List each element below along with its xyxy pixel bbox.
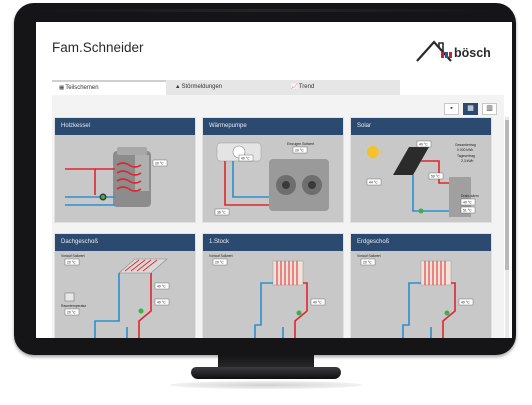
panel-title: Erdgeschoß <box>351 234 491 251</box>
vertical-scrollbar[interactable] <box>505 117 509 338</box>
monitor-frame: Fam.Schneider bösch ▦Teilschemen ▲Störme… <box>14 3 516 355</box>
brand-logo[interactable]: bösch <box>415 34 507 64</box>
daily-yield-label: Tagesertrag <box>457 154 475 158</box>
panel-waermepumpe[interactable]: Wärmepumpe Einzugen Sollwert 20 °C 40 °C… <box>203 118 343 222</box>
daily-yield-value: 2,3 kWh <box>461 159 474 163</box>
temperature-reading: 20 °C <box>155 162 164 166</box>
panel-solar[interactable]: Solar Gesamtertrag 0.000 kWh Tagesertrag… <box>351 118 491 222</box>
temperature-reading: 44 °C <box>369 181 378 185</box>
floor-circuit-diagram: Vorlauf Sollwert 20 °C 40 °C <box>209 254 326 338</box>
drain-label: Drain-wärm <box>461 194 479 198</box>
brand-logo-text: bösch <box>454 46 491 60</box>
tab-bar: ▦Teilschemen ▲Störmeldungen 📈Trend <box>52 80 400 95</box>
app-header: Fam.Schneider bösch <box>36 22 512 72</box>
scheme-1-stock: Vorlauf Sollwert 20 °C 40 °C <box>203 251 343 338</box>
boiler-diagram: 20 °C <box>65 147 168 207</box>
setpoint-label: Vorlauf Sollwert <box>61 254 85 258</box>
setpoint-label: Vorlauf Sollwert <box>357 254 381 258</box>
room-temperature-label: Raumtemperatur <box>61 304 87 308</box>
temperature-reading: 40 °C <box>241 157 250 161</box>
scrollbar-thumb[interactable] <box>505 120 509 270</box>
heat-pump-diagram: Einzugen Sollwert 20 °C 40 °C 36 °C <box>214 142 329 216</box>
scheme-dachgeschoss: Vorlauf Sollwert 20 °C Raumtemperatur 20… <box>55 251 195 338</box>
panel-dachgeschoss[interactable]: Dachgeschoß Vorlauf Sollwert 20 °C Raumt… <box>55 234 195 338</box>
temperature-reading: 20 °C <box>363 261 372 265</box>
temperature-reading: 20 °C <box>215 261 224 265</box>
panel-title: Holzkessel <box>55 118 195 135</box>
temperature-reading: 40 °C <box>313 301 322 305</box>
page-title: Fam.Schneider <box>52 40 144 55</box>
warning-icon: ▲ <box>175 84 181 90</box>
panel-title: Solar <box>351 118 491 135</box>
floor-circuit-diagram: Vorlauf Sollwert 20 °C 40 °C <box>357 254 474 338</box>
temperature-reading: 20 °C <box>67 261 76 265</box>
temperature-reading: 40 °C <box>419 143 428 147</box>
total-yield-value: 0.000 kWh <box>457 148 473 152</box>
chart-icon: 📈 <box>291 84 298 90</box>
temperature-reading: 51 °C <box>463 209 472 213</box>
tab-stoermeldungen[interactable]: ▲Störmeldungen <box>168 80 282 95</box>
setpoint-label: Vorlauf Sollwert <box>209 254 233 258</box>
bezel-highlight <box>34 9 496 12</box>
scheme-waermepumpe: Einzugen Sollwert 20 °C 40 °C 36 °C <box>203 135 343 222</box>
grid-medium-view-icon: ▦ <box>467 105 474 112</box>
attic-circuit-diagram: Vorlauf Sollwert 20 °C Raumtemperatur 20… <box>61 254 170 338</box>
list-view-icon: ▥ <box>486 105 493 112</box>
temperature-reading: 40 °C <box>157 301 166 305</box>
tab-teilschemen[interactable]: ▦Teilschemen <box>52 80 166 95</box>
list-view-button[interactable]: ▥ <box>482 103 497 115</box>
temperature-reading: 40 °C <box>461 301 470 305</box>
temperature-reading: 20 °C <box>295 149 304 153</box>
tab-label: Teilschemen <box>65 85 99 91</box>
tab-trend[interactable]: 📈Trend <box>284 80 400 95</box>
panel-holzkessel[interactable]: Holzkessel 20 °C <box>55 118 195 222</box>
grid-medium-view-button[interactable]: ▦ <box>463 103 478 115</box>
temperature-reading: 50 °C <box>431 175 440 179</box>
screen: Fam.Schneider bösch ▦Teilschemen ▲Störme… <box>36 22 512 338</box>
grid-large-view-icon: ▪ <box>450 105 453 112</box>
temperature-reading: 40 °C <box>463 201 472 205</box>
temperature-reading: 20 °C <box>67 311 76 315</box>
grid-icon: ▦ <box>59 85 65 91</box>
solar-diagram: Gesamtertrag 0.000 kWh Tagesertrag 2,3 k… <box>363 140 479 217</box>
panel-title: 1.Stock <box>203 234 343 251</box>
panel-1-stock[interactable]: 1.Stock Vorlauf Sollwert 20 °C 40 °C <box>203 234 343 338</box>
monitor-stand <box>191 367 341 379</box>
temperature-reading: 36 °C <box>217 211 226 215</box>
main-content: ▪ ▦ ▥ Holzkessel 20 °C Wärmepumpe Einzug… <box>52 95 504 338</box>
grid-large-view-button[interactable]: ▪ <box>444 103 459 115</box>
panel-erdgeschoss[interactable]: Erdgeschoß Vorlauf Sollwert 20 °C 40 °C <box>351 234 491 338</box>
stand-shadow <box>170 381 362 389</box>
panel-title: Wärmepumpe <box>203 118 343 135</box>
panel-title: Dachgeschoß <box>55 234 195 251</box>
scheme-holzkessel: 20 °C <box>55 135 195 222</box>
setpoint-label: Einzugen Sollwert <box>287 142 314 146</box>
tab-label: Trend <box>298 84 315 90</box>
tab-label: Störmeldungen <box>181 84 223 90</box>
scheme-solar: Gesamtertrag 0.000 kWh Tagesertrag 2,3 k… <box>351 135 491 222</box>
temperature-reading: 40 °C <box>157 285 166 289</box>
total-yield-label: Gesamtertrag <box>455 143 476 147</box>
scheme-erdgeschoss: Vorlauf Sollwert 20 °C 40 °C <box>351 251 491 338</box>
